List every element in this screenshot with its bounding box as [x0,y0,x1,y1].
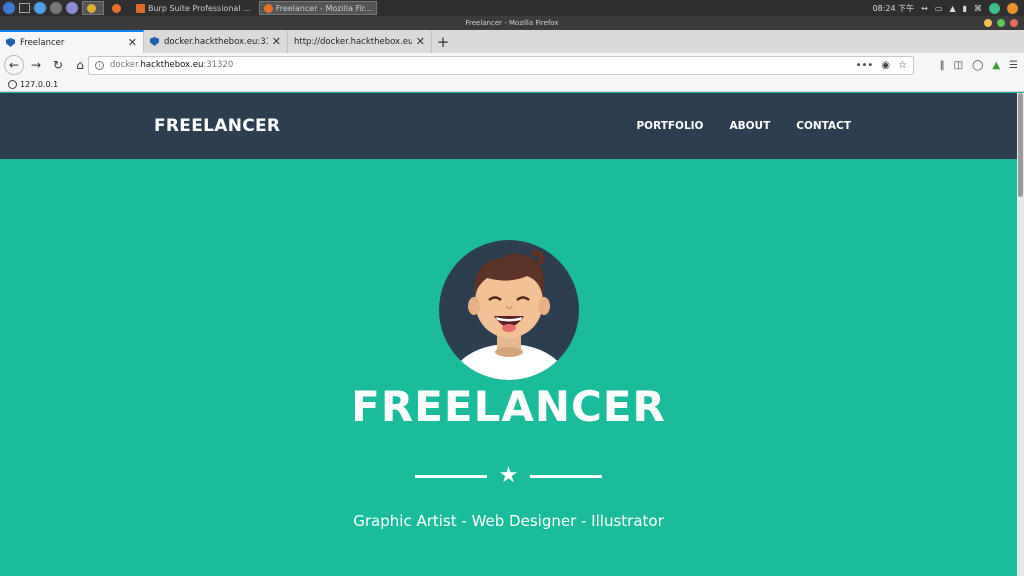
burp-icon [136,3,145,13]
bookmark-item[interactable]: 127.0.0.1 [20,80,58,89]
reload-button[interactable]: ↻ [48,55,68,75]
bookmark-star-icon[interactable]: ☆ [898,60,907,71]
url-prefix: docker. [110,60,141,70]
new-tab-button[interactable]: + [432,30,454,53]
app-launcher-icon[interactable] [66,2,78,14]
close-tab-button[interactable]: ✕ [272,35,281,48]
page-actions-icon[interactable]: ••• [856,60,874,71]
forward-button[interactable]: → [26,55,46,75]
tab-strip: Freelancer ✕ docker.hackthebox.eu:31320/… [0,30,1024,53]
clock: 08:24 下午 [872,3,915,13]
minimize-button[interactable] [984,19,992,27]
close-window-button[interactable] [1010,19,1018,27]
taskbar-task-chrome[interactable] [82,1,104,15]
close-tab-button[interactable]: ✕ [416,35,425,48]
back-button[interactable]: ← [4,55,24,75]
star-divider: ★ [0,465,1017,487]
close-tab-button[interactable]: ✕ [128,36,137,49]
url-bar[interactable]: i docker. hackthebox.eu:31320 ••• ◉ ☆ [88,55,914,75]
files-launcher-icon[interactable] [50,2,62,14]
bookmarks-toolbar: 127.0.0.1 [0,77,1024,92]
hero-heading: FREELANCER [351,382,666,431]
firefox-icon [112,3,121,13]
globe-icon [8,79,17,89]
power-icon[interactable] [1007,2,1018,14]
volume-icon[interactable]: ▭ [935,4,943,13]
sidebar-icon[interactable]: ◫ [954,60,963,71]
navigation-toolbar: ← → ↻ ⌂ i docker. hackthebox.eu:31320 •••… [0,53,1024,77]
tab-docker-http[interactable]: http://docker.hackthebox.eu:31320 ✕ [288,30,432,53]
account-icon[interactable]: ◯ [972,60,983,71]
site-brand[interactable]: FREELANCER [154,116,280,136]
battery-icon[interactable]: ▮ [963,4,967,13]
site-info-icon[interactable]: i [95,60,104,70]
library-icon[interactable]: ‖ [940,60,945,71]
site-menu: PORTFOLIO ABOUT CONTACT [636,120,851,132]
nav-portfolio-link[interactable]: PORTFOLIO [636,120,703,132]
site-navbar: FREELANCER PORTFOLIO ABOUT CONTACT [0,93,1017,159]
shield-favicon-icon [150,37,159,46]
browser-launcher-icon[interactable] [34,2,46,14]
network-icon[interactable]: ↔ [921,4,928,13]
scrollbar-thumb[interactable] [1018,93,1023,197]
home-button[interactable]: ⌂ [70,55,90,75]
divider-line-right [530,474,603,478]
user-icon[interactable] [989,2,1000,14]
window-title-bar: Freelancer - Mozilla Firefox [0,16,1024,30]
hamburger-menu-icon[interactable]: ☰ [1009,60,1018,71]
hero-subtitle: Graphic Artist - Web Designer - Illustra… [353,512,664,530]
url-suffix: :31320 [203,60,234,70]
nav-contact-link[interactable]: CONTACT [796,120,851,132]
taskbar-task-freelancer[interactable]: Freelancer - Mozilla Fir... [258,1,377,15]
maximize-button[interactable] [997,19,1005,27]
web-page: FREELANCER PORTFOLIO ABOUT CONTACT FREEL… [0,93,1017,576]
window-title: Freelancer - Mozilla Firefox [465,19,559,27]
divider-line-left [414,474,487,478]
url-host: hackthebox.eu [140,60,204,70]
notification-icon[interactable]: ▲ [949,4,955,13]
foxyproxy-extension-icon[interactable]: ▲ [992,60,1000,71]
avatar-illustration [439,240,579,380]
nav-about-link[interactable]: ABOUT [729,120,770,132]
pocket-icon[interactable]: ◉ [881,60,890,71]
taskbar-task-firefox[interactable] [108,1,128,15]
page-scrollbar[interactable] [1017,93,1024,576]
tab-docker-path[interactable]: docker.hackthebox.eu:31320/p ✕ [144,30,288,53]
keyboard-icon[interactable]: ⌘ [974,4,982,13]
shield-favicon-icon [6,38,15,47]
os-taskbar: Burp Suite Professional ... Freelancer -… [0,0,1024,16]
taskbar-task-burp[interactable]: Burp Suite Professional ... [132,1,255,15]
star-icon: ★ [498,463,519,488]
start-menu-icon[interactable] [3,2,15,14]
chrome-icon [87,3,96,13]
show-desktop-icon[interactable] [19,3,30,13]
tab-freelancer[interactable]: Freelancer ✕ [0,30,144,53]
firefox-icon [263,3,273,13]
